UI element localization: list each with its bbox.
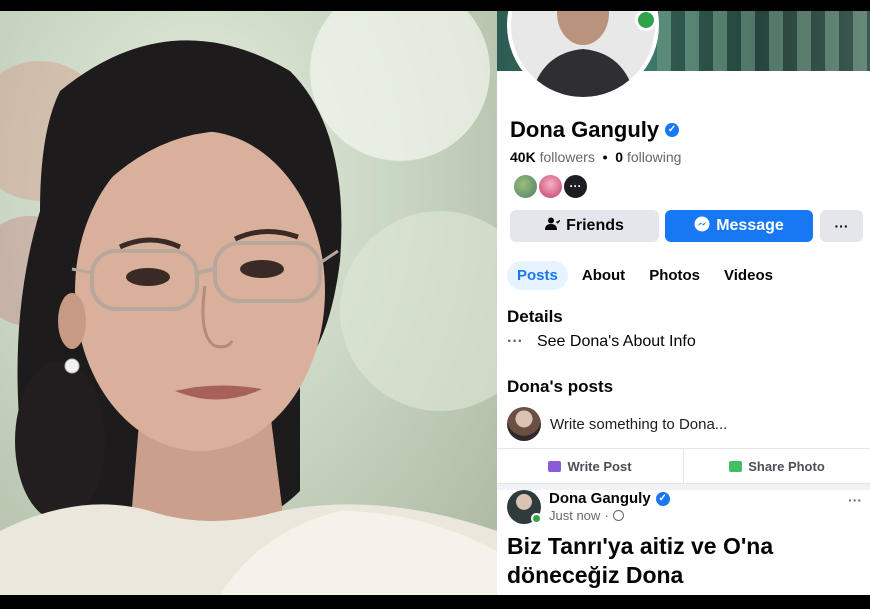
following-count[interactable]: 0 bbox=[615, 149, 623, 165]
composer-placeholder[interactable]: Write something to Dona... bbox=[550, 416, 727, 433]
message-button[interactable]: Message bbox=[665, 210, 813, 242]
timestamp-separator: · bbox=[604, 508, 609, 523]
verified-badge-icon: ✓ bbox=[665, 123, 680, 137]
profile-avatar-image bbox=[511, 11, 655, 97]
online-status-indicator bbox=[531, 513, 542, 524]
share-photo-button[interactable]: Share Photo bbox=[683, 449, 870, 483]
message-button-label: Message bbox=[716, 217, 784, 234]
write-post-button[interactable]: Write Post bbox=[497, 449, 683, 483]
profile-name-row: Dona Ganguly ✓ bbox=[510, 117, 680, 143]
friends-person-icon bbox=[545, 217, 561, 235]
messenger-icon bbox=[694, 216, 710, 237]
globe-icon bbox=[612, 510, 624, 521]
stats-separator: • bbox=[602, 149, 608, 165]
friends-button-label: Friends bbox=[566, 217, 624, 234]
follow-stats: 40K followers • 0 following bbox=[510, 149, 681, 165]
post-composer[interactable]: Write something to Dona... bbox=[507, 407, 727, 441]
post-body: Biz Tanrı'ya aitiz ve O'na döneceğiz Don… bbox=[507, 532, 862, 590]
friends-button[interactable]: Friends bbox=[510, 210, 659, 242]
cover-photo-pattern bbox=[657, 11, 870, 71]
more-options-button[interactable]: ··· bbox=[820, 210, 863, 242]
profile-tabs: Posts About Photos Videos bbox=[507, 261, 783, 290]
pencil-icon bbox=[548, 460, 562, 472]
details-heading: Details bbox=[507, 307, 563, 326]
verified-badge-icon: ✓ bbox=[655, 491, 670, 506]
post-timestamp-row: Just now · bbox=[549, 508, 670, 523]
friend-avatar[interactable] bbox=[512, 173, 539, 200]
tab-photos[interactable]: Photos bbox=[639, 261, 710, 290]
mutual-friends-avatars[interactable]: ··· bbox=[512, 173, 589, 200]
friend-avatar[interactable] bbox=[537, 173, 564, 200]
followers-label[interactable]: followers bbox=[540, 149, 595, 165]
post-timestamp[interactable]: Just now bbox=[549, 508, 600, 523]
tab-about[interactable]: About bbox=[572, 261, 635, 290]
post-text-line: döneceğiz Dona bbox=[507, 562, 684, 588]
tab-videos[interactable]: Videos bbox=[714, 261, 783, 290]
post-header: Dona Ganguly ✓ Just now · bbox=[507, 490, 670, 524]
composer-avatar bbox=[507, 407, 541, 441]
post-options-button[interactable]: ··· bbox=[848, 492, 862, 508]
following-label[interactable]: following bbox=[627, 149, 681, 165]
portrait-photo bbox=[0, 11, 497, 595]
profile-avatar[interactable] bbox=[507, 11, 659, 101]
see-about-info-label: See Dona's About Info bbox=[536, 333, 696, 350]
post-meta: Dona Ganguly ✓ Just now · bbox=[549, 490, 670, 524]
photo-icon bbox=[729, 460, 743, 472]
write-post-label: Write Post bbox=[567, 458, 632, 474]
share-photo-label: Share Photo bbox=[748, 458, 825, 474]
followers-count[interactable]: 40K bbox=[510, 149, 536, 165]
more-dots-icon: ··· bbox=[507, 333, 523, 350]
posts-heading: Dona's posts bbox=[507, 377, 614, 396]
tab-posts[interactable]: Posts bbox=[507, 261, 568, 290]
post-author-row: Dona Ganguly ✓ bbox=[549, 490, 670, 507]
composer-action-bar: Write Post Share Photo bbox=[497, 448, 870, 484]
post-author-name[interactable]: Dona Ganguly bbox=[549, 490, 651, 507]
more-friends-icon[interactable]: ··· bbox=[562, 173, 589, 200]
screenshot-frame: Dona Ganguly ✓ 40K followers • 0 followi… bbox=[0, 11, 870, 595]
profile-name: Dona Ganguly bbox=[510, 117, 660, 142]
post-author-avatar[interactable] bbox=[507, 490, 542, 524]
see-about-info-link[interactable]: ··· See Dona's About Info bbox=[507, 333, 696, 351]
post-text-line: Biz Tanrı'ya aitiz ve O'na bbox=[507, 533, 774, 559]
facebook-profile-panel: Dona Ganguly ✓ 40K followers • 0 followi… bbox=[497, 11, 870, 595]
